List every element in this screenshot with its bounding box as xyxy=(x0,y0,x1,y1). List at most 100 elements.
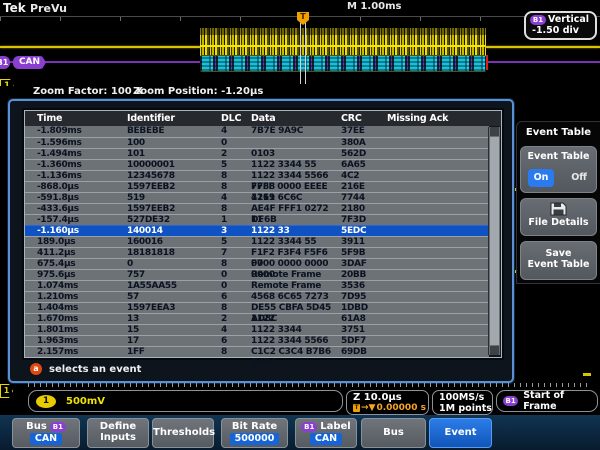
label-button[interactable]: B1 Label CAN xyxy=(295,418,357,448)
cell-time: -1.596ms xyxy=(37,138,127,149)
cell-time: -1.809ms xyxy=(37,126,127,137)
cell-data: 11 xyxy=(251,215,341,226)
cell-data: 1122 xyxy=(251,314,341,325)
cell-missing_ack xyxy=(387,226,489,237)
cell-dlc: 3 xyxy=(221,226,251,237)
table-row[interactable]: 1.963ms1761122 3344 55665DF7 xyxy=(25,335,489,346)
table-row[interactable]: 1.670ms132112261A8 xyxy=(25,313,489,324)
cell-missing_ack xyxy=(387,336,489,347)
table-row[interactable]: 675.4µs080000 0000 0000 00003DAF xyxy=(25,258,489,269)
cell-crc: 61A8 xyxy=(341,314,387,325)
cell-crc: 3911 xyxy=(341,237,387,248)
floppy-disk-icon xyxy=(550,202,567,216)
thresholds-button[interactable]: Thresholds xyxy=(152,418,214,448)
record-length: 1M points xyxy=(439,403,492,414)
table-row[interactable]: -868.0µs1597EEB28FFFF 0000 EEEE 1111216E xyxy=(25,181,489,192)
toggle-on[interactable]: On xyxy=(528,169,554,187)
bottom-menu-bar: Bus B1 CAN Define Inputs Thresholds Bit … xyxy=(0,415,600,450)
table-row[interactable]: 411.2µs181818187F1F2 F3F4 F5F6 F75F9B xyxy=(25,247,489,258)
cell-data: 1122 3344 55 xyxy=(251,237,341,248)
cell-crc: 7D95 xyxy=(341,292,387,303)
table-row[interactable]: -1.494ms10120103562D xyxy=(25,148,489,159)
oscilloscope-screen: Tek PreVu M 1.00ms T B1 CAN 1 B1 Vertica… xyxy=(0,0,600,450)
b1-badge: B1 xyxy=(503,396,518,406)
cell-identifier: 1A55AA55 xyxy=(127,281,221,292)
scroll-up-cap[interactable] xyxy=(490,127,499,136)
timebase-readout: M 1.00ms xyxy=(347,1,401,12)
table-row[interactable]: -591.8µs51944269 6C6C7744 xyxy=(25,192,489,203)
bit-rate-button[interactable]: Bit Rate 500000 xyxy=(221,418,288,448)
table-row[interactable]: 1.801ms1541122 33443751 xyxy=(25,324,489,335)
bus-b1-tag: B1 xyxy=(0,56,10,69)
table-row[interactable]: 189.0µs16001651122 3344 553911 xyxy=(25,236,489,247)
cell-missing_ack xyxy=(387,160,489,171)
cell-identifier: 100 xyxy=(127,138,221,149)
table-row[interactable]: 1.404ms1597EEA38DE55 CBFA 5D45 AD8C1DBD xyxy=(25,302,489,313)
zoom-scale-value: Z 10.0µs xyxy=(353,392,428,403)
define-inputs-button[interactable]: Define Inputs xyxy=(87,418,149,448)
scroll-thumb[interactable] xyxy=(490,137,499,345)
cell-missing_ack xyxy=(387,149,489,160)
table-row[interactable]: -1.136ms1234567881122 3344 5566 77884C2 xyxy=(25,170,489,181)
scrollbar[interactable] xyxy=(488,127,500,355)
cell-crc: 37EE xyxy=(341,126,387,137)
cell-time: -1.160µs xyxy=(37,226,127,237)
cell-data: 7B7E 9A9C xyxy=(251,126,341,137)
table-row[interactable]: 1.074ms1A55AA550Remote Frame3536 xyxy=(25,280,489,291)
cell-identifier: 757 xyxy=(127,270,221,281)
toggle-off[interactable]: Off xyxy=(571,172,587,183)
zoom-window-line[interactable] xyxy=(300,18,301,84)
cell-time: 1.074ms xyxy=(37,281,127,292)
bus-value: CAN xyxy=(30,433,62,445)
cell-data: 4568 6C65 7273 xyxy=(251,292,341,303)
table-row[interactable]: 975.6µs7570Remote Frame20BB xyxy=(25,269,489,280)
file-details-button[interactable]: File Details xyxy=(520,198,597,236)
bit-rate-label: Bit Rate xyxy=(222,421,287,432)
event-table-button[interactable]: Event Table xyxy=(429,418,492,448)
cell-identifier: 160016 xyxy=(127,237,221,248)
dialog-footer: a selects an event xyxy=(30,362,141,376)
decode-end-mark xyxy=(486,55,488,70)
bus-trigger-event: Start of Frame xyxy=(523,390,597,412)
bus-button[interactable]: Bus B1 CAN xyxy=(12,418,80,448)
table-row[interactable]: 1.210ms5764568 6C65 72737D95 xyxy=(25,291,489,302)
table-row[interactable]: -1.809msBEBEBE47B7E 9A9C37EE xyxy=(25,126,489,137)
cell-identifier: 13 xyxy=(127,314,221,325)
cell-identifier: BEBEBE xyxy=(127,126,221,137)
trigger-flag-icon: T xyxy=(353,404,360,412)
cell-crc: 3536 xyxy=(341,281,387,292)
zoom-factor-label: Zoom Factor: 100 X xyxy=(33,86,143,97)
label-label: Label xyxy=(320,421,351,432)
save-label-2: Event Table xyxy=(521,259,596,270)
table-row[interactable]: -1.360ms1000000151122 3344 556A65 xyxy=(25,159,489,170)
column-header: Data xyxy=(251,111,341,126)
cell-time: -1.360ms xyxy=(37,160,127,171)
cell-dlc: 4 xyxy=(221,325,251,336)
table-row[interactable]: -1.596ms1000380A xyxy=(25,137,489,148)
channel1-readout: 1 500mV xyxy=(28,390,343,412)
cell-data: Remote Frame xyxy=(251,270,341,281)
bus-display-button[interactable]: Bus Display xyxy=(361,418,426,448)
sample-rate: 100MS/s xyxy=(439,392,492,403)
cell-time: 1.210ms xyxy=(37,292,127,303)
table-row[interactable]: -157.4µs527DE321117F3D xyxy=(25,214,489,225)
trigger-position-flag[interactable]: T xyxy=(297,12,309,25)
column-header: CRC xyxy=(341,111,387,126)
column-header: Identifier xyxy=(127,111,221,126)
event-table-toggle-button[interactable]: Event Table On Off xyxy=(520,146,597,193)
cell-data: 4269 6C6C xyxy=(251,193,341,204)
table-row[interactable]: 2.157ms1FF8C1C2 C3C4 B7B6 B4B469DB xyxy=(25,346,489,357)
table-row[interactable]: -433.6µs1597EEB28AE4F FFF1 0272 DF6B2180 xyxy=(25,203,489,214)
cell-crc: 562D xyxy=(341,149,387,160)
cell-dlc: 5 xyxy=(221,160,251,171)
event-table-header: TimeIdentifierDLCDataCRCMissing Ack xyxy=(25,111,501,126)
table-row[interactable]: -1.160µs14001431122 335EDC xyxy=(25,225,489,236)
save-label-1: Save xyxy=(521,248,596,259)
cell-missing_ack xyxy=(387,126,489,137)
scroll-down-cap[interactable] xyxy=(490,346,499,355)
cell-missing_ack xyxy=(387,292,489,303)
cell-dlc: 6 xyxy=(221,292,251,303)
edge-marker xyxy=(583,373,591,376)
save-event-table-button[interactable]: Save Event Table xyxy=(520,241,597,280)
zoom-window-line[interactable] xyxy=(305,18,306,84)
